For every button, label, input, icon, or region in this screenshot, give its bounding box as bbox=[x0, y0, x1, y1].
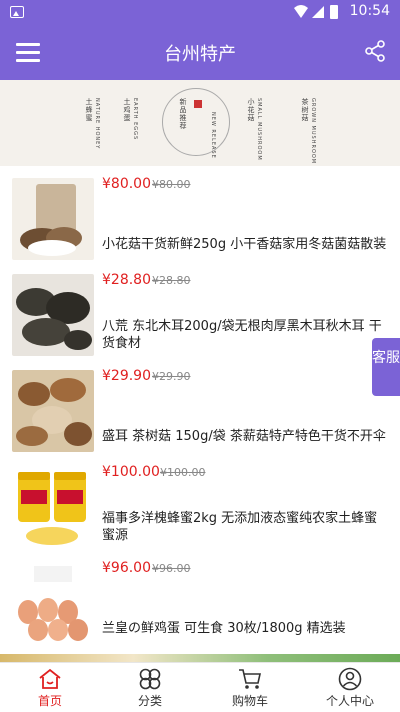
product-price: ¥28.80 bbox=[102, 272, 151, 288]
banner-label-mushroom: 小花菇 bbox=[247, 98, 255, 122]
image-notification-icon bbox=[10, 6, 24, 18]
user-icon bbox=[338, 667, 362, 691]
tab-home[interactable]: 首页 bbox=[0, 663, 100, 712]
product-old-price: ¥80.00 bbox=[152, 178, 191, 191]
product-item[interactable]: ¥28.80 ¥28.80 八荒 东北木耳200g/袋无根肉厚黑木耳秋木耳 干货… bbox=[0, 262, 400, 358]
product-name: 小花菇干货新鲜250g 小干香菇家用冬菇菌菇散装 bbox=[102, 237, 387, 252]
status-time: 10:54 bbox=[349, 3, 390, 19]
banner-stamp bbox=[194, 100, 202, 108]
banner-label-tea-mushroom: 茶树菇 bbox=[301, 98, 309, 122]
product-image-fungus bbox=[12, 274, 94, 356]
product-item[interactable]: ¥100.00 ¥100.00 福事多洋槐蜂蜜2kg 无添加液态蜜纯农家土蜂蜜 … bbox=[0, 454, 400, 550]
tab-category[interactable]: 分类 bbox=[100, 663, 200, 712]
product-image-honey bbox=[12, 466, 94, 548]
system-status-icons bbox=[294, 5, 338, 19]
product-item[interactable]: ¥96.00 ¥96.00 兰皇の鲜鸡蛋 可生食 30枚/1800g 精选装 bbox=[0, 550, 400, 646]
bottom-banner-strip bbox=[0, 654, 400, 662]
product-price: ¥29.90 bbox=[102, 368, 151, 384]
product-price: ¥96.00 bbox=[102, 560, 151, 576]
product-old-price: ¥100.00 bbox=[160, 466, 206, 479]
banner-sublabel-eggs: EARTH EGGS bbox=[132, 98, 138, 141]
tab-profile[interactable]: 个人中心 bbox=[300, 663, 400, 712]
app-header: 台州特产 bbox=[0, 24, 400, 80]
tab-cart[interactable]: 购物车 bbox=[200, 663, 300, 712]
product-price: ¥80.00 bbox=[102, 176, 151, 192]
cart-icon bbox=[239, 669, 261, 689]
product-image-eggs bbox=[12, 562, 94, 644]
product-item[interactable]: ¥29.90 ¥29.90 盛耳 茶树菇 150g/袋 茶薪菇特产特色干货不开伞 bbox=[0, 358, 400, 454]
banner-sublabel-mushroom: SMALL MUSHROOM bbox=[256, 98, 262, 161]
banner[interactable]: 土蜂蜜 NATURE HONEY 土鸡蛋 EARTH EGGS 新品推荐 NEW… bbox=[0, 80, 400, 166]
page-title: 台州特产 bbox=[164, 44, 236, 65]
product-name: 福事多洋槐蜂蜜2kg 无添加液态蜜纯农家土蜂蜜 蜜源 bbox=[102, 511, 378, 543]
banner-label-honey: 土蜂蜜 bbox=[85, 98, 93, 122]
share-icon[interactable] bbox=[364, 40, 386, 62]
banner-sublabel-honey: NATURE HONEY bbox=[94, 98, 100, 150]
banner-circle bbox=[162, 88, 230, 156]
product-price: ¥100.00 bbox=[102, 464, 160, 480]
tab-bar: 首页 分类 购物车 个人中心 bbox=[0, 662, 400, 712]
customer-service-button[interactable]: 客服 bbox=[372, 338, 400, 396]
home-icon bbox=[39, 668, 61, 689]
battery-icon bbox=[330, 5, 338, 19]
banner-sublabel-new: NEW RELEASE bbox=[210, 112, 216, 159]
product-name: 盛耳 茶树菇 150g/袋 茶薪菇特产特色干货不开伞 bbox=[102, 429, 386, 444]
product-image-tea-mushroom bbox=[12, 370, 94, 452]
wifi-icon bbox=[294, 5, 308, 18]
tab-label: 购物车 bbox=[231, 694, 268, 708]
status-bar: 10:54 bbox=[0, 0, 400, 24]
banner-label-eggs: 土鸡蛋 bbox=[123, 98, 131, 122]
tab-label: 首页 bbox=[37, 694, 62, 708]
product-old-price: ¥96.00 bbox=[152, 562, 191, 575]
product-name: 八荒 东北木耳200g/袋无根肉厚黑木耳秋木耳 干货食材 bbox=[102, 319, 382, 351]
signal-icon bbox=[312, 6, 324, 18]
tab-label: 分类 bbox=[137, 694, 162, 708]
category-icon bbox=[139, 668, 161, 690]
product-name: 兰皇の鲜鸡蛋 可生食 30枚/1800g 精选装 bbox=[102, 621, 346, 636]
banner-label-new: 新品推荐 bbox=[179, 98, 187, 130]
banner-sublabel-tea-mushroom: GROWN MUSHROOM bbox=[310, 98, 316, 165]
product-old-price: ¥28.80 bbox=[152, 274, 191, 287]
product-list: ¥80.00 ¥80.00 小花菇干货新鲜250g 小干香菇家用冬菇菌菇散装 ¥… bbox=[0, 166, 400, 654]
tab-label: 个人中心 bbox=[325, 694, 374, 708]
product-old-price: ¥29.90 bbox=[152, 370, 191, 383]
product-item[interactable]: ¥80.00 ¥80.00 小花菇干货新鲜250g 小干香菇家用冬菇菌菇散装 bbox=[0, 166, 400, 262]
product-image-mushroom bbox=[12, 178, 94, 260]
